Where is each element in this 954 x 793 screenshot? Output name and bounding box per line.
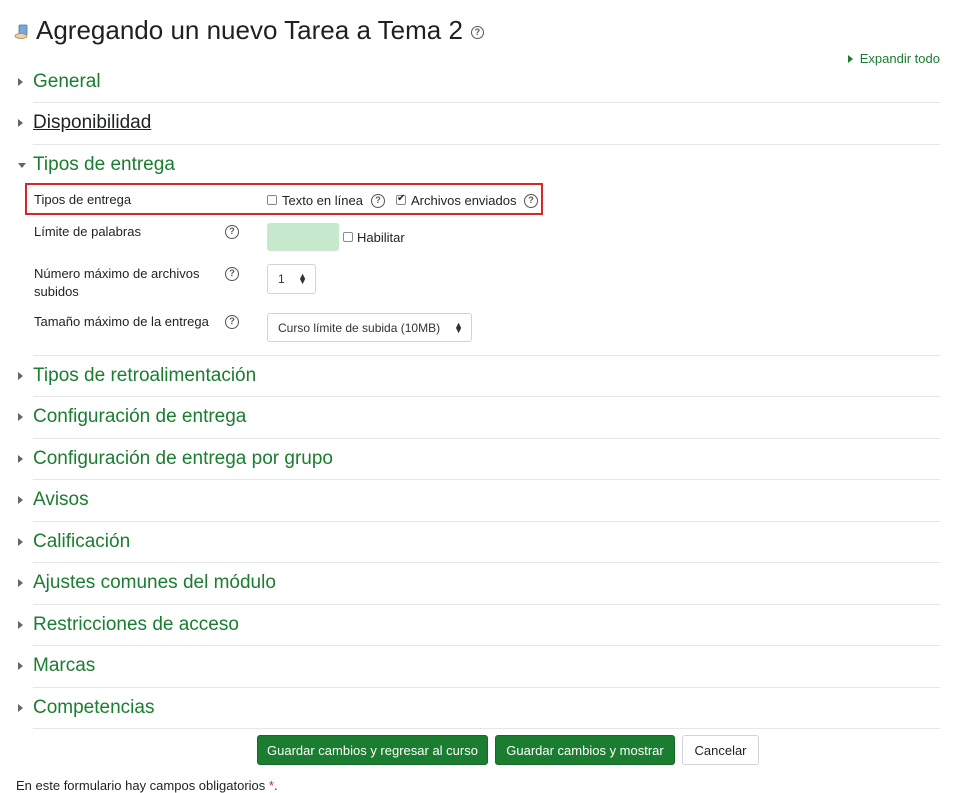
section-label: Configuración de entrega <box>33 406 247 427</box>
help-icon[interactable]: ? <box>225 315 239 329</box>
expand-all-link[interactable]: Expandir todo <box>847 51 940 66</box>
page-title: Agregando un nuevo Tarea a Tema 2 <box>36 15 463 45</box>
assignment-icon <box>14 24 28 39</box>
limite-palabras-label: Límite de palabras <box>34 224 141 239</box>
divider <box>33 521 940 522</box>
archivos-enviados-checkbox[interactable] <box>396 193 406 205</box>
section-label: Configuración de entrega por grupo <box>33 448 333 469</box>
section-label: Disponibilidad <box>33 112 152 133</box>
divider <box>33 396 940 397</box>
divider <box>33 645 940 646</box>
page-header: Agregando un nuevo Tarea a Tema 2 ? <box>14 14 484 46</box>
section-competencias[interactable]: Competencias <box>18 696 940 720</box>
help-icon[interactable]: ? <box>524 194 538 208</box>
select-arrows-icon: ▲ ▼ <box>454 319 463 335</box>
section-label: Competencias <box>33 697 155 718</box>
divider <box>33 562 940 563</box>
divider <box>33 728 940 729</box>
chevron-right-icon <box>18 372 23 380</box>
section-label: Tipos de retroalimentación <box>33 365 257 386</box>
section-label: Restricciones de acceso <box>33 614 239 635</box>
chevron-right-icon <box>847 54 853 63</box>
chevron-right-icon <box>18 579 23 587</box>
chevron-right-icon <box>18 496 23 504</box>
chevron-right-icon <box>18 704 23 712</box>
chevron-right-icon <box>18 413 23 421</box>
chevron-right-icon <box>18 621 23 629</box>
divider <box>33 438 940 439</box>
tamano-label: Tamaño máximo de la entrega <box>34 314 209 329</box>
help-icon[interactable]: ? <box>225 225 239 239</box>
chevron-right-icon <box>18 662 23 670</box>
help-icon[interactable]: ? <box>225 267 239 281</box>
chevron-right-icon <box>18 455 23 463</box>
save-show-button[interactable]: Guardar cambios y mostrar <box>495 735 675 765</box>
section-tipos-entrega[interactable]: Tipos de entrega <box>18 153 940 177</box>
section-config-grupo[interactable]: Configuración de entrega por grupo <box>18 447 940 471</box>
tipos-entrega-label: Tipos de entrega <box>34 192 132 207</box>
max-archivos-select[interactable]: 1 ▲ ▼ <box>267 264 316 294</box>
divider <box>33 687 940 688</box>
divider <box>33 144 940 145</box>
word-limit-input[interactable] <box>267 223 339 251</box>
help-icon[interactable]: ? <box>371 194 385 208</box>
section-avisos[interactable]: Avisos <box>18 488 940 512</box>
texto-en-linea-checkbox[interactable] <box>267 195 277 205</box>
section-marcas[interactable]: Marcas <box>18 654 940 678</box>
max-archivos-label: Número máximo de archivos subidos <box>34 265 199 301</box>
max-archivos-label-line1: Número máximo de archivos <box>34 266 200 281</box>
chevron-down-icon <box>18 162 26 168</box>
divider <box>33 102 940 103</box>
section-ajustes-modulo[interactable]: Ajustes comunes del módulo <box>18 571 940 595</box>
save-return-button[interactable]: Guardar cambios y regresar al curso <box>257 735 488 765</box>
cancel-button[interactable]: Cancelar <box>682 735 759 765</box>
section-label: Ajustes comunes del módulo <box>33 572 276 593</box>
archivos-enviados-label[interactable]: Archivos enviados <box>411 193 517 208</box>
section-disponibilidad[interactable]: Disponibilidad <box>18 111 940 135</box>
expand-all-label: Expandir todo <box>859 51 940 66</box>
section-label: Marcas <box>33 655 96 676</box>
section-retroalimentacion[interactable]: Tipos de retroalimentación <box>18 364 940 388</box>
tamano-value: Curso límite de subida (10MB) <box>278 320 441 335</box>
chevron-right-icon <box>18 538 23 546</box>
max-archivos-label-line2: subidos <box>34 284 79 299</box>
section-label: Tipos de entrega <box>33 154 175 175</box>
section-restricciones[interactable]: Restricciones de acceso <box>18 613 940 637</box>
texto-en-linea-label[interactable]: Texto en línea <box>282 193 363 208</box>
chevron-right-icon <box>18 78 23 86</box>
section-label: Calificación <box>33 531 131 552</box>
max-archivos-value: 1 <box>278 272 285 286</box>
section-general[interactable]: General <box>18 70 940 94</box>
divider <box>33 604 940 605</box>
section-label: General <box>33 71 101 92</box>
habilitar-checkbox[interactable] <box>343 232 353 242</box>
tamano-select[interactable]: Curso límite de subida (10MB) ▲ ▼ <box>267 313 472 342</box>
section-calificacion[interactable]: Calificación <box>18 530 940 554</box>
section-label: Avisos <box>33 489 89 510</box>
habilitar-label[interactable]: Habilitar <box>357 230 405 245</box>
divider <box>33 479 940 480</box>
chevron-right-icon <box>18 119 23 127</box>
section-config-entrega[interactable]: Configuración de entrega <box>18 405 940 429</box>
select-arrows-icon: ▲ ▼ <box>298 271 307 286</box>
help-icon[interactable]: ? <box>470 25 484 39</box>
divider <box>33 355 940 356</box>
